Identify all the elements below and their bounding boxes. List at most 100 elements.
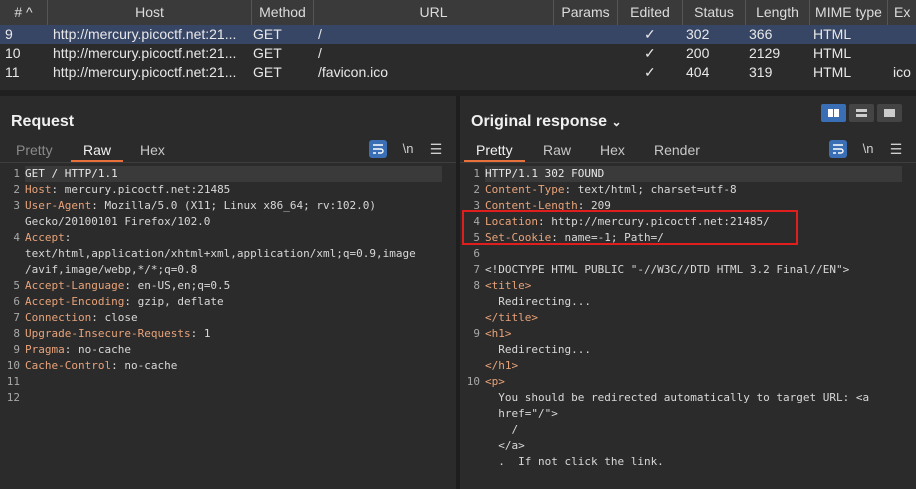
column-header-status[interactable]: Status (683, 0, 746, 25)
sort-ascending-icon: ^ (26, 4, 33, 20)
column-header-host[interactable]: Host (48, 0, 252, 25)
code-line: 9 <h1> (460, 326, 910, 342)
layout-single-button[interactable] (877, 104, 902, 122)
line-number: 5 (13, 279, 20, 292)
code-value: : (64, 231, 72, 244)
code-value: <h1> (485, 327, 512, 340)
table-header: # ^ Host Method URL Params Edited Status… (0, 0, 916, 26)
tab-pretty[interactable]: Pretty (16, 140, 53, 160)
code-value: : no-cache (111, 359, 178, 372)
code-key: Connection (25, 311, 92, 324)
request-tabs: Pretty Raw Hex (0, 140, 456, 162)
tab-underline (460, 162, 916, 163)
code-line: Gecko/20100101 Firefox/102.0 (0, 214, 450, 230)
column-header-url[interactable]: URL (314, 0, 554, 25)
response-tabs: Pretty Raw Hex Render (460, 140, 916, 162)
code-text: Accept-Encoding: gzip, deflate (25, 294, 224, 310)
tab-raw[interactable]: Raw (70, 140, 124, 162)
code-line: 11 (0, 374, 450, 390)
newline-toggle-button[interactable]: \n (398, 140, 418, 158)
layout-stacked-button[interactable] (849, 104, 874, 122)
column-header-length[interactable]: Length (746, 0, 810, 25)
columns-icon (828, 109, 839, 117)
line-number: 6 (13, 295, 20, 308)
code-line: . If not click the link. (460, 454, 910, 470)
code-text: Accept-Language: en-US,en;q=0.5 (25, 278, 230, 294)
code-line: </title> (460, 310, 910, 326)
code-value: Redirecting... (485, 295, 591, 308)
code-text: </a> (485, 438, 525, 454)
tab-hex[interactable]: Hex (600, 140, 625, 160)
response-title[interactable]: Original response ⌄ (471, 113, 622, 131)
code-key: Accept-Encoding (25, 295, 125, 308)
menu-icon[interactable]: ☰ (428, 140, 444, 158)
code-key: Accept-Language (25, 279, 125, 292)
table-row[interactable]: 9 http://mercury.picoctf.net:21... GET /… (0, 25, 916, 44)
table-row[interactable]: 10 http://mercury.picoctf.net:21... GET … (0, 44, 916, 63)
code-line: 7 <!DOCTYPE HTML PUBLIC "-//W3C//DTD HTML… (460, 262, 910, 278)
code-text: Upgrade-Insecure-Requests: 1 (25, 326, 210, 342)
code-line: 7 Connection: close (0, 310, 450, 326)
code-value: </a> (485, 439, 525, 452)
wrap-icon (833, 144, 844, 154)
code-line: href="/"> (460, 406, 910, 422)
code-value: Redirecting... (485, 343, 591, 356)
column-header-extension[interactable]: Ex (888, 0, 916, 25)
line-number: 4 (13, 231, 20, 244)
request-pane: Request Pretty Raw Hex \n ☰ 1 GET / HTTP/… (0, 96, 456, 489)
code-value: /avif,image/webp,*/*;q=0.8 (25, 263, 198, 276)
line-number: 1 (473, 167, 480, 180)
code-line: 10 <p> (460, 374, 910, 390)
code-line: 12 (0, 390, 450, 406)
chevron-down-icon: ⌄ (611, 115, 622, 129)
code-text: Accept: (25, 230, 71, 246)
column-header-number[interactable]: # ^ (0, 0, 48, 25)
code-key: Pragma (25, 343, 65, 356)
code-line: / (460, 422, 910, 438)
column-header-edited[interactable]: Edited (618, 0, 683, 25)
code-key: GET / HTTP/1.1 (25, 167, 118, 180)
code-value: href="/"> (485, 407, 558, 420)
code-line: 6 (460, 246, 910, 262)
line-number: 8 (13, 327, 20, 340)
highlight-box (462, 210, 798, 245)
code-key: Upgrade-Insecure-Requests (25, 327, 191, 340)
layout-side-by-side-button[interactable] (821, 104, 846, 122)
code-text: Cache-Control: no-cache (25, 358, 177, 374)
column-header-params[interactable]: Params (554, 0, 618, 25)
code-text: Gecko/20100101 Firefox/102.0 (25, 214, 210, 230)
code-text: <!DOCTYPE HTML PUBLIC "-//W3C//DTD HTML … (485, 262, 849, 278)
tab-hex[interactable]: Hex (140, 140, 165, 160)
column-header-mime-type[interactable]: MIME type (810, 0, 888, 25)
code-line: 3 User-Agent: Mozilla/5.0 (X11; Linux x86… (0, 198, 450, 214)
code-value: </h1> (485, 359, 519, 372)
menu-icon[interactable]: ☰ (888, 140, 904, 158)
code-text: Host: mercury.picoctf.net:21485 (25, 182, 230, 198)
code-text: / (485, 422, 518, 438)
code-text: User-Agent: Mozilla/5.0 (X11; Linux x86_… (25, 198, 376, 214)
line-number: 9 (473, 327, 480, 340)
code-value: text/html,application/xhtml+xml,applicat… (25, 247, 416, 260)
tab-raw[interactable]: Raw (543, 140, 571, 160)
code-value: <!DOCTYPE HTML PUBLIC "-//W3C//DTD HTML … (485, 263, 850, 276)
format-wrap-button[interactable] (369, 140, 387, 158)
code-key: Cache-Control (25, 359, 112, 372)
format-wrap-button[interactable] (829, 140, 847, 158)
edited-check-icon: ✓ (644, 64, 656, 80)
column-header-method[interactable]: Method (252, 0, 314, 25)
table-row[interactable]: 11 http://mercury.picoctf.net:21... GET … (0, 63, 916, 82)
line-number: 1 (13, 167, 20, 180)
code-text: HTTP/1.1 302 FOUND (485, 166, 902, 182)
code-text: Content-Type: text/html; charset=utf-8 (485, 182, 737, 198)
code-text: text/html,application/xhtml+xml,applicat… (25, 246, 416, 262)
tab-pretty[interactable]: Pretty (464, 140, 525, 162)
line-number: 11 (6, 375, 20, 388)
code-value: . If not click the link. (485, 455, 664, 468)
code-key: Content-Type (485, 183, 565, 196)
newline-toggle-button[interactable]: \n (858, 140, 878, 158)
request-title: Request (11, 113, 75, 130)
code-text: Redirecting... (485, 294, 591, 310)
tab-render[interactable]: Render (654, 140, 700, 160)
code-value: : en-US,en;q=0.5 (124, 279, 231, 292)
rows-icon (856, 109, 867, 117)
